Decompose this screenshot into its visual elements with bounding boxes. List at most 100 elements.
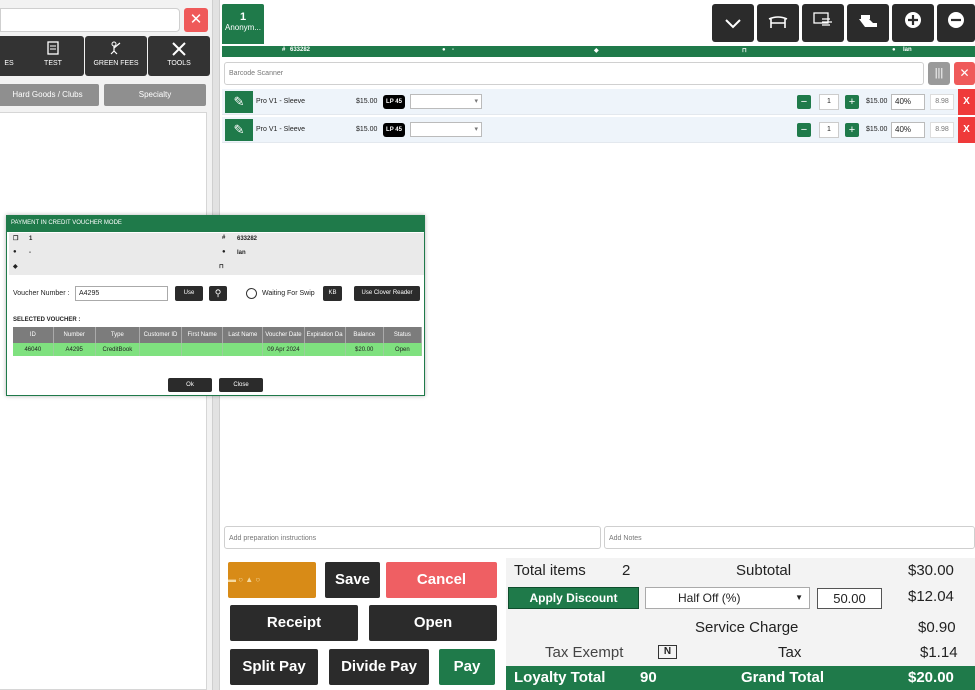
order-info-bar: # 633282 ● - ◆ ⊓ ● Ian: [222, 46, 975, 57]
tax-exempt-toggle[interactable]: N: [658, 645, 677, 659]
save-button[interactable]: Save: [325, 562, 380, 598]
cart-item-row[interactable]: ✎ Pro V1 - Sleeve $15.00 LP 45 ▾ − 1 + $…: [222, 89, 975, 115]
loyalty-points-badge: LP 45: [383, 123, 405, 137]
discount-type-select[interactable]: Half Off (%) ▼: [645, 587, 810, 609]
barcode-icon[interactable]: |||: [928, 62, 950, 85]
category-specialty[interactable]: Specialty: [104, 84, 206, 106]
pay-button[interactable]: Pay: [439, 649, 495, 685]
subtotal-value: $30.00: [908, 562, 954, 579]
barcode-scanner-input[interactable]: Barcode Scanner: [224, 62, 924, 85]
decrease-qty-button[interactable]: −: [797, 95, 811, 109]
hand-pointer-icon[interactable]: [802, 4, 844, 42]
item-modifier-select[interactable]: ▾: [410, 122, 482, 137]
use-clover-reader-button[interactable]: Use Clover Reader: [354, 286, 420, 301]
column-header[interactable]: Customer ID: [139, 327, 183, 343]
apply-discount-button[interactable]: Apply Discount: [508, 587, 639, 609]
remove-item-button[interactable]: X: [958, 117, 975, 143]
chevron-down-icon[interactable]: [712, 4, 754, 42]
table-cell: [139, 343, 183, 356]
pencil-icon[interactable]: ✎: [225, 119, 253, 141]
table-cell: 09 Apr 2024: [262, 343, 305, 356]
minus-circle-icon[interactable]: [937, 4, 975, 42]
discount-value-input[interactable]: 50.00: [817, 588, 882, 609]
loyalty-points-badge: LP 45: [383, 95, 405, 109]
preparation-instructions-input[interactable]: Add preparation instructions: [224, 526, 601, 549]
receipt-button[interactable]: Receipt: [230, 605, 358, 641]
column-header[interactable]: First Name: [181, 327, 224, 343]
tile-test[interactable]: TEST: [22, 36, 84, 76]
column-header[interactable]: Status: [383, 327, 423, 343]
tile-label: TOOLS: [167, 60, 191, 67]
item-net-price: 8.98: [930, 122, 954, 138]
item-discount-select[interactable]: 40%: [891, 94, 925, 110]
subtotal-label: Subtotal: [736, 562, 792, 579]
pencil-icon[interactable]: ✎: [225, 91, 253, 113]
tile-tools[interactable]: TOOLS: [148, 36, 210, 76]
column-header[interactable]: Voucher Date: [262, 327, 305, 343]
table-icon: ⊓: [219, 264, 224, 270]
table-cell: 46040: [13, 343, 54, 356]
increase-qty-button[interactable]: +: [845, 123, 859, 137]
discount-amount: $12.04: [908, 588, 954, 605]
table-cell: A4295: [53, 343, 96, 356]
waiting-for-swipe-radio[interactable]: [246, 288, 257, 299]
use-voucher-button[interactable]: Use: [175, 286, 203, 301]
item-modifier-select[interactable]: ▾: [410, 94, 482, 109]
close-button[interactable]: Close: [219, 378, 263, 392]
category-hard-goods[interactable]: Hard Goods / Clubs: [0, 84, 99, 106]
increase-qty-button[interactable]: +: [845, 95, 859, 109]
column-header[interactable]: Balance: [345, 327, 384, 343]
grand-total-value: $20.00: [908, 669, 954, 686]
tax-label: Tax: [778, 644, 802, 661]
customer-name: -: [29, 250, 31, 256]
item-qty[interactable]: 1: [819, 122, 839, 138]
column-header[interactable]: Type: [95, 327, 140, 343]
remove-item-button[interactable]: X: [958, 89, 975, 115]
column-header[interactable]: Number: [53, 327, 96, 343]
order-id: 633282: [237, 236, 258, 242]
voucher-number-input[interactable]: A4295: [75, 286, 168, 301]
notes-input[interactable]: Add Notes: [604, 526, 975, 549]
hand-card-icon[interactable]: [847, 4, 889, 42]
tools-icon: [148, 36, 210, 60]
keyboard-button[interactable]: KB: [323, 286, 342, 301]
dialog-order-info: ❐ 1 # 633282 ● - ● Ian ◆ ⊓: [9, 233, 424, 275]
credit-voucher-dialog: PAYMENT IN CREDIT VOUCHER MODE ❐ 1 # 633…: [6, 215, 425, 396]
tile-label: ES: [4, 60, 14, 67]
table-row[interactable]: 46040 A4295 CreditBook 09 Apr 2024 $20.0…: [13, 343, 423, 356]
clear-barcode-button[interactable]: ✕: [954, 62, 975, 85]
item-extended-price: $15.00: [866, 126, 888, 133]
table-icon[interactable]: [757, 4, 799, 42]
voucher-number-label: Voucher Number :: [13, 290, 70, 297]
selected-voucher-label: SELECTED VOUCHER :: [13, 317, 81, 323]
user-icon: ●: [13, 249, 17, 255]
open-button[interactable]: Open: [369, 605, 497, 641]
divide-pay-button[interactable]: Divide Pay: [329, 649, 429, 685]
hash-icon: #: [222, 235, 226, 241]
item-qty[interactable]: 1: [819, 94, 839, 110]
cart-item-row[interactable]: ✎ Pro V1 - Sleeve $15.00 LP 45 ▾ − 1 + $…: [222, 117, 975, 143]
item-discount-select[interactable]: 40%: [891, 122, 925, 138]
table-cell: Open: [383, 343, 423, 356]
ok-button[interactable]: Ok: [168, 378, 212, 392]
cancel-button[interactable]: Cancel: [386, 562, 497, 598]
search-icon[interactable]: ⚲: [209, 286, 227, 301]
order-count: 1: [29, 236, 33, 242]
quick-action-button[interactable]: ▬ ○ ▲ ○: [228, 562, 316, 598]
tab-order-1[interactable]: 1 Anonym...: [222, 4, 264, 44]
column-header[interactable]: ID: [13, 327, 54, 343]
split-pay-button[interactable]: Split Pay: [230, 649, 318, 685]
decrease-qty-button[interactable]: −: [797, 123, 811, 137]
table-icon: ⊓: [742, 48, 747, 54]
column-header[interactable]: Last Name: [222, 327, 264, 343]
loyalty-total-value: 90: [640, 669, 657, 686]
dialog-title: PAYMENT IN CREDIT VOUCHER MODE: [7, 216, 424, 232]
plus-circle-icon[interactable]: [892, 4, 934, 42]
item-search-input[interactable]: [0, 8, 180, 32]
order-id: 633282: [290, 47, 311, 53]
clear-search-button[interactable]: ✕: [184, 8, 208, 32]
customer-name: -: [452, 47, 454, 53]
tile-green-fees[interactable]: GREEN FEES: [85, 36, 147, 76]
column-header[interactable]: Expiration Da: [304, 327, 346, 343]
tag-icon: ◆: [13, 264, 18, 270]
